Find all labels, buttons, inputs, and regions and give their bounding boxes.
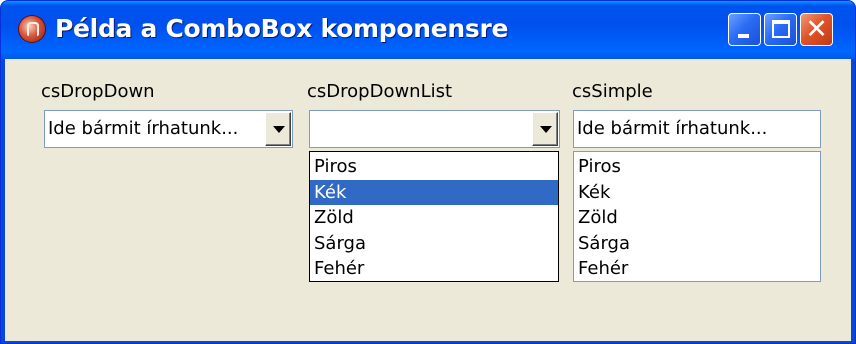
list-item[interactable]: Zöld xyxy=(574,205,820,230)
list-item[interactable]: Piros xyxy=(310,154,558,179)
list-item[interactable]: Kék xyxy=(574,180,820,205)
simple-input-text[interactable]: Ide bármit írhatunk... xyxy=(577,118,767,139)
dropdown-arrow-icon xyxy=(540,126,552,133)
minimize-button[interactable] xyxy=(728,13,761,46)
dropdown-label: csDropDown xyxy=(41,81,155,102)
list-item[interactable]: Sárga xyxy=(574,231,820,256)
dropdown-combobox[interactable]: Ide bármit írhatunk... xyxy=(44,110,293,148)
dropdown-input-text[interactable]: Ide bármit írhatunk... xyxy=(48,118,238,139)
maximize-icon xyxy=(772,20,790,38)
close-icon: ✕ xyxy=(805,14,828,45)
list-item[interactable]: Kék xyxy=(310,179,558,205)
minimize-icon xyxy=(738,34,749,38)
main-window: Példa a ComboBox komponensre ✕ csDropDow… xyxy=(0,0,856,344)
dropdown-button[interactable] xyxy=(265,112,291,146)
dropdown-arrow-icon xyxy=(273,126,285,133)
dropdownlist-label: csDropDownList xyxy=(307,81,453,102)
app-icon[interactable] xyxy=(19,16,45,42)
list-item[interactable]: Zöld xyxy=(310,205,558,230)
list-item[interactable]: Fehér xyxy=(574,256,820,281)
simple-label: csSimple xyxy=(572,81,653,102)
close-button[interactable]: ✕ xyxy=(800,13,833,46)
list-item[interactable]: Fehér xyxy=(310,256,558,281)
dropdownlist-button[interactable] xyxy=(532,112,558,146)
simple-listbox[interactable]: Piros Kék Zöld Sárga Fehér xyxy=(573,151,821,282)
list-item[interactable]: Sárga xyxy=(310,231,558,256)
client-area: csDropDown Ide bármit írhatunk... csDrop… xyxy=(5,59,851,341)
window-title: Példa a ComboBox komponensre xyxy=(55,14,509,43)
dropdownlist-popup[interactable]: Piros Kék Zöld Sárga Fehér xyxy=(309,151,559,282)
dropdownlist-combobox[interactable] xyxy=(309,110,560,148)
title-bar[interactable]: Példa a ComboBox komponensre ✕ xyxy=(1,1,855,59)
simple-combobox-edit[interactable]: Ide bármit írhatunk... xyxy=(573,110,821,148)
list-item[interactable]: Piros xyxy=(574,154,820,179)
maximize-button[interactable] xyxy=(764,13,797,46)
